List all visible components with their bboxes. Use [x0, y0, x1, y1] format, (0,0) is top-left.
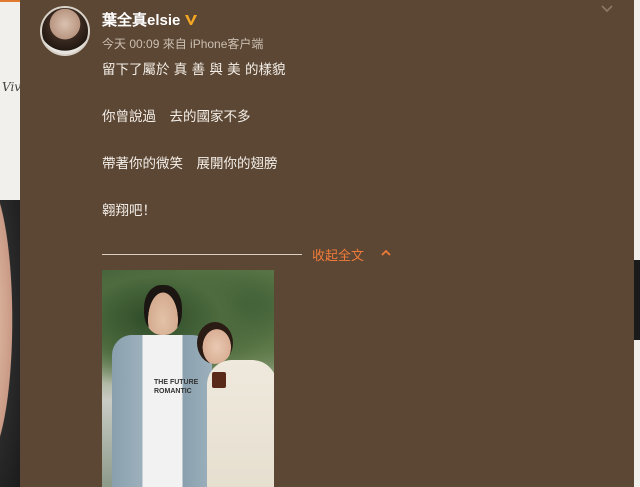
post-line: 帶著你的微笑 展開你的翅膀: [102, 156, 278, 172]
left-background-strip: Vive: [0, 0, 20, 487]
post-timestamp-source: 今天 00:09 來自 iPhone客户端: [102, 37, 264, 51]
right-background-strip: [634, 0, 640, 487]
shirt-print-text: THE FUTURE ROMANTIC: [154, 379, 199, 395]
avatar[interactable]: [40, 6, 90, 56]
post-photo[interactable]: THE FUTURE ROMANTIC: [102, 270, 274, 487]
background-illustration: [0, 200, 20, 487]
collapse-text-link[interactable]: 收起全文: [312, 245, 364, 264]
weibo-post: 葉全真elsie 今天 00:09 來自 iPhone客户端 留下了屬於 真 善…: [22, 0, 632, 487]
post-line: 留下了屬於 真 善 與 美 的樣貌: [102, 62, 286, 78]
chevron-up-icon[interactable]: [380, 248, 392, 258]
post-line: 翱翔吧！: [102, 203, 156, 219]
collapse-text-row: 收起全文: [102, 244, 402, 264]
post-line: 你曾說過 去的國家不多: [102, 109, 251, 125]
accent-line: [0, 0, 20, 2]
chevron-down-icon[interactable]: [600, 4, 614, 14]
background-script-text: Vive: [2, 80, 20, 94]
username[interactable]: 葉全真elsie: [102, 9, 180, 30]
author-row: 葉全真elsie: [102, 9, 198, 29]
verified-badge-icon: [185, 15, 198, 25]
divider: [102, 254, 302, 255]
